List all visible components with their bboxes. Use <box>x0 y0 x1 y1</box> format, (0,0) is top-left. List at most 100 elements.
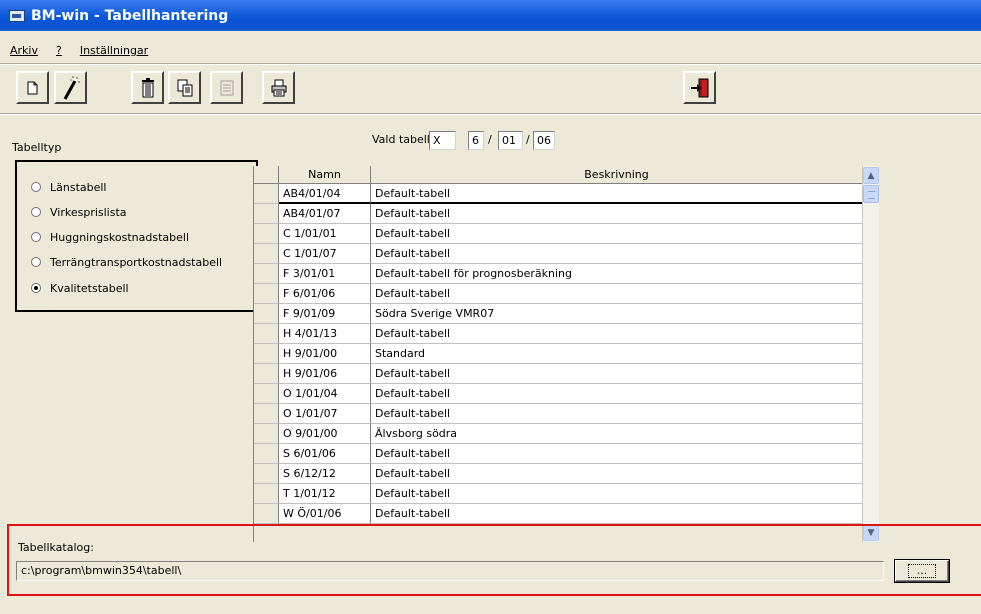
grid-header: Namn Beskrivning <box>254 166 862 184</box>
cell-beskrivning[interactable]: Default-tabell <box>371 184 862 204</box>
magic-wand-icon <box>63 75 80 100</box>
row-selector[interactable] <box>254 244 279 264</box>
cell-namn[interactable]: S 6/12/12 <box>279 464 371 484</box>
cell-namn[interactable]: C 1/01/01 <box>279 224 371 244</box>
table-row[interactable]: O 1/01/04 Default-tabell <box>254 384 862 404</box>
radio-terrangtransportkostnadstabell[interactable]: Terrängtransportkostnadstabell <box>31 254 222 270</box>
table-row[interactable]: H 9/01/06 Default-tabell <box>254 364 862 384</box>
radio-button[interactable] <box>31 182 41 192</box>
selected-table-part2-field[interactable]: 01 <box>498 131 523 150</box>
row-selector[interactable] <box>254 444 279 464</box>
table-row[interactable]: O 9/01/00 Älvsborg södra <box>254 424 862 444</box>
table-row[interactable]: C 1/01/07 Default-tabell <box>254 244 862 264</box>
scroll-thumb[interactable] <box>863 185 879 203</box>
delete-button[interactable] <box>131 71 164 104</box>
cell-beskrivning[interactable]: Default-tabell <box>371 444 862 464</box>
cell-beskrivning[interactable]: Default-tabell <box>371 504 862 524</box>
radio-button[interactable] <box>31 207 41 217</box>
print-button[interactable] <box>262 71 295 104</box>
cell-namn[interactable]: S 6/01/06 <box>279 444 371 464</box>
cell-namn[interactable]: H 9/01/06 <box>279 364 371 384</box>
cell-beskrivning[interactable]: Default-tabell <box>371 464 862 484</box>
exit-button[interactable] <box>683 71 716 104</box>
row-selector[interactable] <box>254 304 279 324</box>
menu-installningar[interactable]: Inställningar <box>80 44 148 57</box>
cell-namn[interactable]: H 4/01/13 <box>279 324 371 344</box>
wizard-button[interactable] <box>54 71 87 104</box>
properties-icon <box>220 80 233 95</box>
copy-button[interactable] <box>168 71 201 104</box>
cell-beskrivning[interactable]: Default-tabell <box>371 484 862 504</box>
selected-table-part3-field[interactable]: 06 <box>533 131 555 150</box>
cell-namn[interactable]: W Ö/01/06 <box>279 504 371 524</box>
column-header-beskrivning[interactable]: Beskrivning <box>371 166 862 184</box>
cell-namn[interactable]: H 9/01/00 <box>279 344 371 364</box>
properties-button[interactable] <box>210 71 243 104</box>
table-row[interactable]: S 6/12/12 Default-tabell <box>254 464 862 484</box>
cell-namn[interactable]: O 1/01/07 <box>279 404 371 424</box>
cell-namn[interactable]: O 9/01/00 <box>279 424 371 444</box>
grid-vertical-scrollbar[interactable]: ▲ ▼ <box>862 166 879 542</box>
row-selector[interactable] <box>254 364 279 384</box>
row-selector[interactable] <box>254 324 279 344</box>
cell-beskrivning[interactable]: Default-tabell <box>371 204 862 224</box>
cell-beskrivning[interactable]: Älvsborg södra <box>371 424 862 444</box>
table-row[interactable]: H 4/01/13 Default-tabell <box>254 324 862 344</box>
row-selector[interactable] <box>254 264 279 284</box>
radio-button[interactable] <box>31 257 41 267</box>
radio-button-checked[interactable] <box>31 283 41 293</box>
table-row[interactable]: F 9/01/09 Södra Sverige VMR07 <box>254 304 862 324</box>
scroll-up-button[interactable]: ▲ <box>863 167 879 184</box>
cell-namn[interactable]: AB4/01/04 <box>279 184 371 204</box>
cell-namn[interactable]: F 6/01/06 <box>279 284 371 304</box>
row-selector[interactable] <box>254 484 279 504</box>
cell-beskrivning[interactable]: Default-tabell <box>371 284 862 304</box>
table-row[interactable]: O 1/01/07 Default-tabell <box>254 404 862 424</box>
radio-virkesprislista[interactable]: Virkesprislista <box>31 204 127 220</box>
cell-namn[interactable]: O 1/01/04 <box>279 384 371 404</box>
radio-huggningskostnadstabell[interactable]: Huggningskostnadstabell <box>31 229 189 245</box>
row-selector[interactable] <box>254 344 279 364</box>
table-row[interactable]: F 3/01/01 Default-tabell för prognosberäk… <box>254 264 862 284</box>
table-row[interactable]: T 1/01/12 Default-tabell <box>254 484 862 504</box>
cell-beskrivning[interactable]: Standard <box>371 344 862 364</box>
row-selector[interactable] <box>254 224 279 244</box>
menu-help[interactable]: ? <box>56 44 62 57</box>
radio-button[interactable] <box>31 232 41 242</box>
cell-beskrivning[interactable]: Default-tabell <box>371 384 862 404</box>
cell-beskrivning[interactable]: Default-tabell <box>371 324 862 344</box>
cell-beskrivning[interactable]: Default-tabell <box>371 364 862 384</box>
column-header-namn[interactable]: Namn <box>279 166 371 184</box>
row-selector[interactable] <box>254 384 279 404</box>
table-row[interactable]: F 6/01/06 Default-tabell <box>254 284 862 304</box>
table-row[interactable]: C 1/01/01 Default-tabell <box>254 224 862 244</box>
cell-namn[interactable]: F 3/01/01 <box>279 264 371 284</box>
radio-lanstabell[interactable]: Länstabell <box>31 179 107 195</box>
row-selector[interactable] <box>254 284 279 304</box>
menu-arkiv[interactable]: Arkiv <box>10 44 38 57</box>
row-selector[interactable] <box>254 404 279 424</box>
cell-beskrivning[interactable]: Default-tabell <box>371 224 862 244</box>
row-selector[interactable] <box>254 184 279 204</box>
row-selector[interactable] <box>254 504 279 524</box>
table-row[interactable]: H 9/01/00 Standard <box>254 344 862 364</box>
radio-kvalitetstabell[interactable]: Kvalitetstabell <box>31 280 129 296</box>
cell-beskrivning[interactable]: Södra Sverige VMR07 <box>371 304 862 324</box>
new-button[interactable] <box>16 71 49 104</box>
cell-namn[interactable]: C 1/01/07 <box>279 244 371 264</box>
cell-namn[interactable]: AB4/01/07 <box>279 204 371 224</box>
row-selector[interactable] <box>254 464 279 484</box>
cell-namn[interactable]: T 1/01/12 <box>279 484 371 504</box>
table-row[interactable]: W Ö/01/06 Default-tabell <box>254 504 862 524</box>
cell-beskrivning[interactable]: Default-tabell för prognosberäkning <box>371 264 862 284</box>
table-row[interactable]: AB4/01/07 Default-tabell <box>254 204 862 224</box>
row-selector[interactable] <box>254 204 279 224</box>
table-row[interactable]: S 6/01/06 Default-tabell <box>254 444 862 464</box>
cell-beskrivning[interactable]: Default-tabell <box>371 404 862 424</box>
selected-table-region-field[interactable]: 6 <box>468 131 484 150</box>
selected-table-type-field[interactable]: X <box>429 131 456 150</box>
cell-namn[interactable]: F 9/01/09 <box>279 304 371 324</box>
cell-beskrivning[interactable]: Default-tabell <box>371 244 862 264</box>
row-selector[interactable] <box>254 424 279 444</box>
table-row[interactable]: AB4/01/04 Default-tabell <box>254 184 862 204</box>
